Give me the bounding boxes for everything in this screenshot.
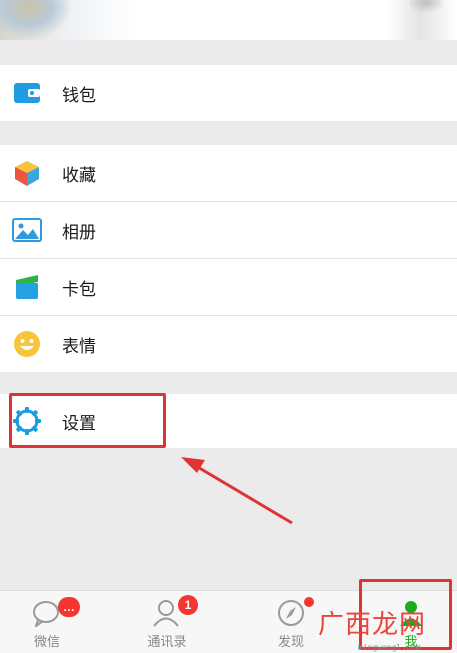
contacts-badge: 1 [178, 595, 198, 615]
compass-icon [276, 599, 306, 627]
tab-chats[interactable]: … 微信 [2, 591, 92, 653]
tab-label: 通讯录 [147, 635, 187, 650]
tab-contacts[interactable]: 1 通讯录 [122, 591, 212, 653]
annotation-arrow [181, 457, 293, 525]
tab-label: 微信 [33, 635, 60, 650]
site-watermark: 广西龙网 [318, 610, 427, 640]
unread-badge: … [58, 597, 80, 617]
discover-dot [304, 597, 314, 607]
site-watermark-url: mingwangl.com [358, 643, 421, 652]
